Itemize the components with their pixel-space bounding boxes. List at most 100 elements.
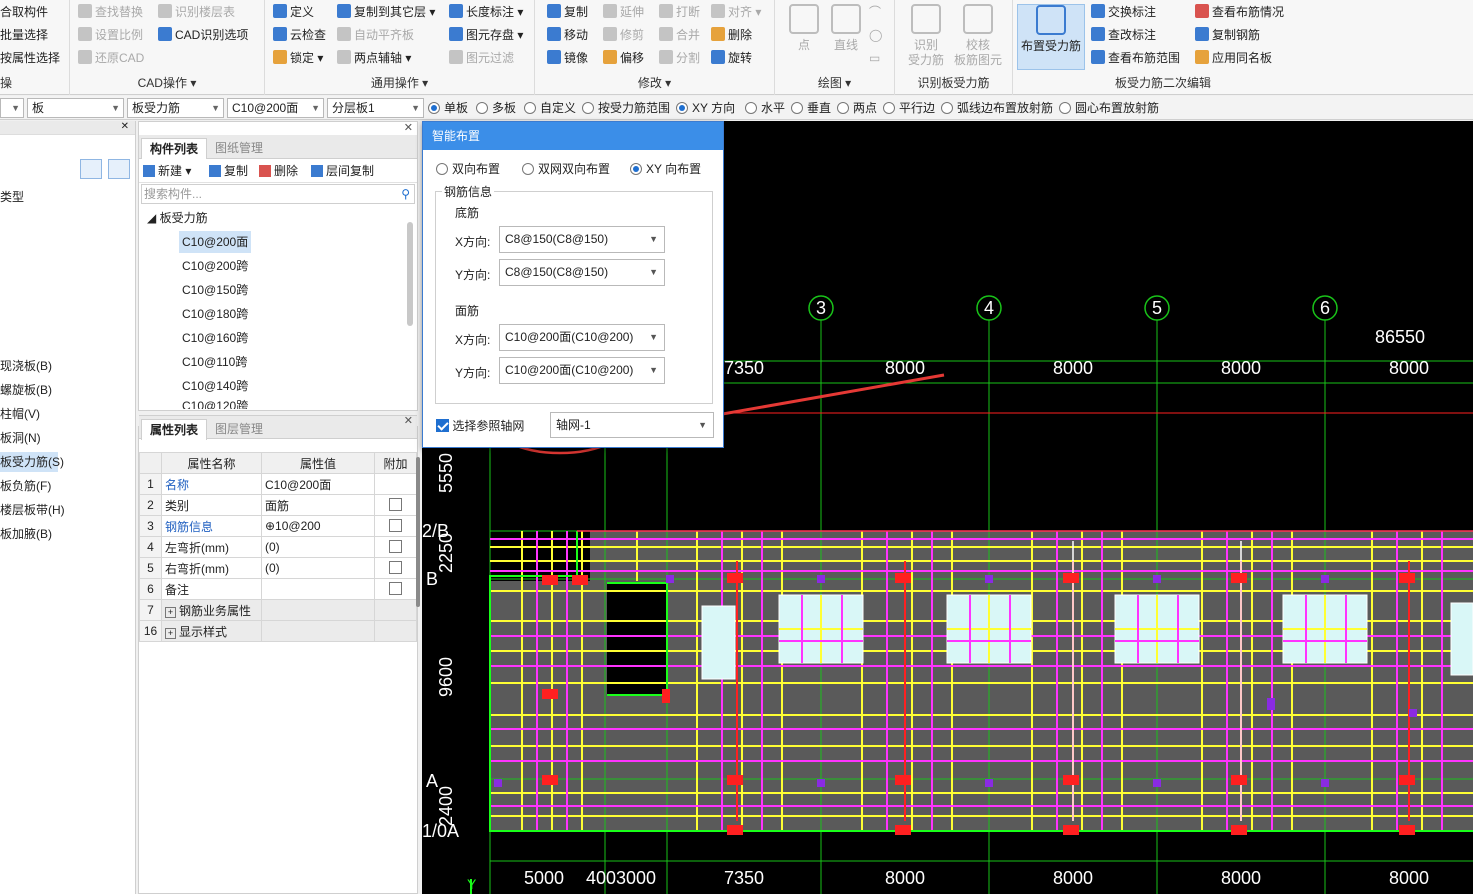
- swap-annotation-button[interactable]: 交换标注: [1091, 2, 1156, 22]
- checkbox[interactable]: [389, 540, 402, 553]
- top-x-field[interactable]: C10@200面(C10@200) ▼: [499, 324, 665, 351]
- nav-item-slab-rebar[interactable]: 板受力筋(S): [0, 452, 64, 472]
- new-component-button[interactable]: 新建 ▾: [143, 162, 191, 180]
- identify-rebar-button[interactable]: 识别 受力筋: [901, 4, 951, 70]
- element-filter-button[interactable]: 图元过滤: [449, 48, 514, 68]
- length-dimension-button[interactable]: 长度标注 ▾: [449, 2, 523, 22]
- table-row[interactable]: 5 右弯折(mm) (0): [139, 557, 417, 579]
- tree-item[interactable]: C10@150跨: [182, 279, 248, 301]
- checkbox-checked-icon[interactable]: [436, 419, 449, 432]
- property-group[interactable]: + 显示样式: [161, 620, 262, 642]
- element-type-combo[interactable]: 板 ▼: [27, 98, 124, 118]
- table-row[interactable]: 1 名称 C10@200面: [139, 473, 417, 495]
- radio-custom[interactable]: 自定义: [524, 100, 576, 116]
- two-point-aux-axis-button[interactable]: 两点辅轴 ▾: [337, 48, 411, 68]
- verify-rebar-button[interactable]: 校核 板筋图元: [953, 4, 1003, 70]
- top-y-field[interactable]: C10@200面(C10@200) ▼: [499, 357, 665, 384]
- bottom-y-field[interactable]: C8@150(C8@150) ▼: [499, 259, 665, 286]
- tree-item[interactable]: C10@160跨: [182, 327, 248, 349]
- scrollbar[interactable]: [407, 222, 413, 326]
- nav-item-cast-slab[interactable]: 现浇板(B): [0, 356, 52, 376]
- table-row[interactable]: 4 左弯折(mm) (0): [139, 536, 417, 558]
- close-icon[interactable]: ✕: [404, 414, 413, 427]
- mirror-button[interactable]: 镜像: [547, 48, 588, 68]
- cad-identify-options-button[interactable]: CAD识别选项: [158, 25, 248, 45]
- checkbox[interactable]: [389, 561, 402, 574]
- radio-vertical[interactable]: 垂直: [791, 100, 831, 116]
- copy-component-button[interactable]: 复制: [209, 162, 248, 180]
- ribbon-group-title[interactable]: 修改 ▾: [535, 74, 774, 91]
- circle-icon[interactable]: ◯: [869, 25, 882, 45]
- radio-arc-radial[interactable]: 弧线边布置放射筋: [941, 100, 1053, 116]
- property-value[interactable]: [261, 578, 375, 600]
- rectangle-icon[interactable]: ▭: [869, 48, 880, 68]
- radio-horizontal[interactable]: 水平: [745, 100, 785, 116]
- property-value[interactable]: ⊕10@200: [261, 515, 375, 537]
- property-value[interactable]: C10@200面: [261, 473, 375, 495]
- nav-item-type[interactable]: 类型: [0, 187, 24, 207]
- nav-item-slab-haunch[interactable]: 板加腋(B): [0, 524, 52, 544]
- table-row[interactable]: 7 + 钢筋业务属性: [139, 599, 417, 621]
- ribbon-group-title[interactable]: 通用操作 ▾: [265, 74, 534, 91]
- rotate-button[interactable]: 旋转: [711, 48, 752, 68]
- table-row[interactable]: 3 钢筋信息 ⊕10@200: [139, 515, 417, 537]
- set-scale-button[interactable]: 设置比例: [78, 25, 143, 45]
- table-row[interactable]: 16 + 显示样式: [139, 620, 417, 642]
- view-rebar-range-button[interactable]: 查看布筋范围: [1091, 48, 1180, 68]
- save-element-button[interactable]: 图元存盘 ▾: [449, 25, 523, 45]
- table-row[interactable]: 2 类别 面筋: [139, 494, 417, 516]
- element-category-combo[interactable]: 板受力筋 ▼: [127, 98, 224, 118]
- auto-level-slab-button[interactable]: 自动平齐板: [337, 25, 414, 45]
- copy-rebar-button[interactable]: 复制钢筋: [1195, 25, 1260, 45]
- define-button[interactable]: 定义: [273, 2, 314, 22]
- radio-two-point[interactable]: 两点: [837, 100, 877, 116]
- axis-checkbox[interactable]: 选择参照轴网: [436, 417, 524, 434]
- copy-button[interactable]: 复制: [547, 2, 588, 22]
- batch-select-button[interactable]: 批量选择: [0, 25, 48, 45]
- radio-xy-layout[interactable]: XY 向布置: [630, 161, 701, 177]
- radio-by-rebar-range[interactable]: 按受力筋范围: [582, 100, 670, 116]
- apply-same-slab-button[interactable]: 应用同名板: [1195, 48, 1272, 68]
- tab-drawing-management[interactable]: 图纸管理: [207, 138, 271, 159]
- expand-icon[interactable]: +: [165, 627, 176, 639]
- tree-item[interactable]: C10@200面: [179, 231, 252, 253]
- align-button[interactable]: 对齐 ▾: [711, 2, 761, 22]
- axis-select[interactable]: 轴网-1 ▼: [550, 412, 714, 438]
- checkbox[interactable]: [389, 498, 402, 511]
- property-value[interactable]: (0): [261, 536, 375, 558]
- cloud-check-button[interactable]: 云检查: [273, 25, 326, 45]
- radio-single-slab[interactable]: 单板: [428, 100, 468, 116]
- pick-component-button[interactable]: 合取构件: [0, 2, 48, 22]
- nav-item-slab-strip[interactable]: 楼层板带(H): [0, 500, 65, 520]
- tab-layer-management[interactable]: 图层管理: [207, 419, 271, 440]
- ribbon-group-title[interactable]: 绘图 ▾: [775, 74, 894, 91]
- tree-item[interactable]: C10@120跨: [182, 399, 248, 409]
- tree-root[interactable]: ◢ 板受力筋: [147, 207, 208, 229]
- restore-cad-button[interactable]: 还原CAD: [78, 48, 144, 68]
- bottom-x-field[interactable]: C8@150(C8@150) ▼: [499, 226, 665, 253]
- offset-button[interactable]: 偏移: [603, 48, 644, 68]
- tab-property-list[interactable]: 属性列表: [141, 419, 208, 440]
- tree-item[interactable]: C10@110跨: [182, 351, 247, 373]
- tree-item[interactable]: C10@200跨: [182, 255, 248, 277]
- radio-multi-slab[interactable]: 多板: [476, 100, 516, 116]
- tab-component-list[interactable]: 构件列表: [141, 138, 208, 159]
- radio-double-net[interactable]: 双网双向布置: [522, 161, 610, 177]
- modify-annotation-button[interactable]: 查改标注: [1091, 25, 1156, 45]
- close-icon[interactable]: ✕: [404, 121, 413, 134]
- radio-xy-direction[interactable]: XY 方向: [676, 100, 735, 116]
- checkbox[interactable]: [389, 519, 402, 532]
- property-value[interactable]: (0): [261, 557, 375, 579]
- arc-icon[interactable]: ⌒: [869, 2, 881, 22]
- list-view-icon[interactable]: [80, 159, 102, 179]
- expand-icon[interactable]: +: [165, 606, 176, 618]
- place-rebar-button[interactable]: 布置受力筋: [1017, 4, 1085, 70]
- collapse-icon[interactable]: ◢: [147, 211, 156, 225]
- radio-center-radial[interactable]: 圆心布置放射筋: [1059, 100, 1159, 116]
- draw-line-button[interactable]: 直线: [821, 4, 871, 70]
- layer-combo[interactable]: 分层板1 ▼: [327, 98, 424, 118]
- scrollbar[interactable]: [416, 457, 420, 607]
- extend-button[interactable]: 延伸: [603, 2, 644, 22]
- ribbon-group-title[interactable]: CAD操作 ▾: [70, 74, 264, 91]
- component-search-input[interactable]: 搜索构件... ⚲: [141, 184, 415, 204]
